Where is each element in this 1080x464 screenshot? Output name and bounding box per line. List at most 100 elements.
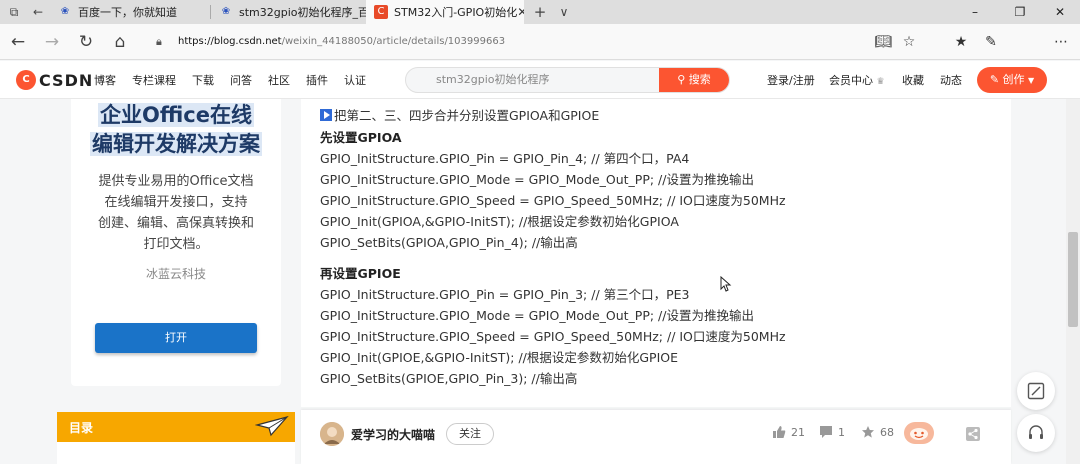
url-host: https://blog.csdn.net — [178, 36, 282, 47]
ad-headline-line: 企业Office在线 — [98, 103, 254, 127]
pen-icon: ✎ — [989, 73, 1000, 86]
comment-icon — [820, 426, 832, 438]
browser-address-bar: ← → ↻ ⌂ 🔒︎ https://blog.csdn.net/weixin_… — [0, 24, 1080, 60]
csdn-c-icon: C — [374, 5, 388, 19]
code-line: GPIO_InitStructure.GPIO_Mode = GPIO_Mode… — [320, 172, 754, 187]
search-icon: ⚲ — [677, 73, 686, 86]
close-tab-icon[interactable]: ✕ — [517, 5, 524, 19]
toc-title: 目录 — [69, 421, 94, 435]
ad-headline: 企业Office在线 编辑开发解决方案 — [71, 101, 281, 159]
ad-description-line: 打印文档。 — [143, 237, 209, 252]
code-line: GPIO_InitStructure.GPIO_Pin = GPIO_Pin_3… — [320, 287, 690, 302]
code-line: GPIO_SetBits(GPIOA,GPIO_Pin_4); //输出高 — [320, 235, 578, 250]
tab-baidu-search[interactable]: ❀ stm32gpio初始化程序_百度 — [211, 0, 366, 24]
more-menu-icon[interactable]: ⋯ — [1050, 30, 1072, 54]
login-register-link[interactable]: 登录/注册 — [767, 72, 815, 88]
favorites-hub-icon[interactable]: ★ — [950, 30, 972, 54]
member-center-label: 会员中心 — [829, 74, 873, 87]
avatar-icon — [320, 422, 344, 446]
tab-baidu[interactable]: ❀ 百度一下，你就知道 — [50, 0, 210, 24]
like-count: 21 — [791, 425, 805, 439]
paper-plane-icon — [255, 415, 289, 437]
csdn-logo[interactable]: C CSDN — [16, 70, 93, 90]
activity-link[interactable]: 动态 — [940, 72, 962, 88]
nav-plugin[interactable]: 插件 — [306, 72, 328, 88]
set-aside-tabs-icon[interactable]: ← — [30, 4, 46, 20]
mouse-cursor-icon — [720, 276, 732, 292]
favorite-button[interactable]: 68 — [861, 425, 894, 439]
new-tab-icon[interactable]: + — [532, 4, 548, 20]
lock-icon: 🔒︎ — [156, 35, 162, 48]
code-line: GPIO_InitStructure.GPIO_Pin = GPIO_Pin_4… — [320, 151, 690, 166]
like-button[interactable]: 21 — [772, 425, 805, 439]
headset-icon — [1029, 425, 1043, 439]
create-label: 创作 — [1002, 73, 1025, 86]
nav-download[interactable]: 下载 — [192, 72, 214, 88]
code-line: GPIO_Init(GPIOE,&GPIO-InitST); //根据设定参数初… — [320, 350, 679, 365]
member-center-link[interactable]: 会员中心 ♛ — [829, 72, 885, 88]
nav-courses[interactable]: 专栏课程 — [132, 72, 176, 88]
customer-service-button[interactable] — [1017, 414, 1055, 452]
pen-notes-icon[interactable]: ✎ — [980, 30, 1002, 54]
search-input[interactable]: stm32gpio初始化程序 — [436, 68, 550, 92]
scrollbar-thumb[interactable] — [1068, 232, 1078, 327]
ad-description-line: 提供专业易用的Office文档 — [98, 174, 254, 189]
article-line-text: 把第二、三、四步合并分别设置GPIOA和GPIOE — [334, 108, 600, 123]
share-icon[interactable] — [966, 427, 980, 441]
home-icon[interactable]: ⌂ — [108, 30, 132, 54]
ad-open-button[interactable]: 打开 — [95, 323, 257, 353]
back-icon[interactable]: ← — [6, 30, 30, 54]
reward-button[interactable] — [904, 422, 934, 444]
code-line: GPIO_InitStructure.GPIO_Speed = GPIO_Spe… — [320, 193, 786, 208]
thumbs-up-icon — [773, 426, 786, 438]
tab-label: 百度一下，你就知道 — [78, 6, 177, 19]
nav-blog[interactable]: 博客 — [94, 72, 116, 88]
nav-community[interactable]: 社区 — [268, 72, 290, 88]
article-toolbar: 爱学习的大喵喵 关注 21 1 68 — [301, 410, 1011, 464]
ad-company: 冰蓝云科技 — [145, 267, 206, 281]
code-line: GPIO_InitStructure.GPIO_Mode = GPIO_Mode… — [320, 308, 754, 323]
article-heading: 先设置GPIOA — [320, 130, 402, 145]
follow-button[interactable]: 关注 — [446, 423, 494, 445]
toc-header: 目录 — [57, 412, 295, 442]
tab-label: stm32gpio初始化程序_百度 — [239, 6, 366, 19]
chevron-down-icon[interactable]: ∨ — [556, 4, 572, 20]
comment-count: 1 — [838, 425, 845, 439]
restore-icon[interactable]: ❐ — [1000, 0, 1040, 24]
reward-face-icon — [910, 428, 928, 440]
write-feedback-button[interactable] — [1017, 372, 1055, 410]
close-window-icon[interactable]: ✕ — [1040, 0, 1080, 24]
table-of-contents: 目录 — [57, 412, 295, 464]
code-line: GPIO_Init(GPIOA,&GPIO-InitST); //根据设定参数初… — [320, 214, 679, 229]
url-path: /weixin_44188050/article/details/1039996… — [281, 36, 506, 47]
tab-label: STM32入门-GPIO初始化 — [394, 6, 518, 19]
edit-icon — [1027, 382, 1045, 400]
nav-qa[interactable]: 问答 — [230, 72, 252, 88]
ad-description-line: 在线编辑开发接口，支持 — [104, 195, 248, 210]
search-button[interactable]: ⚲ 搜索 — [659, 68, 729, 92]
create-button[interactable]: ✎ 创作 ▼ — [977, 67, 1047, 93]
comment-button[interactable]: 1 — [819, 425, 845, 439]
search-box[interactable]: stm32gpio初始化程序 ⚲ 搜索 — [405, 67, 730, 93]
tab-csdn-article[interactable]: C STM32入门-GPIO初始化 ✕ — [366, 0, 524, 24]
ad-card: 企业Office在线 编辑开发解决方案 提供专业易用的Office文档 在线编辑… — [71, 99, 281, 386]
avatar[interactable] — [320, 422, 344, 446]
reading-view-icon[interactable]: 📖︎ — [872, 30, 894, 54]
search-button-label: 搜索 — [688, 73, 711, 86]
forward-icon[interactable]: → — [40, 30, 64, 54]
play-icon — [320, 109, 332, 121]
nav-certification[interactable]: 认证 — [344, 72, 366, 88]
favorites-link[interactable]: 收藏 — [902, 72, 924, 88]
article-line: 把第二、三、四步合并分别设置GPIOA和GPIOE — [320, 105, 599, 124]
star-icon — [862, 426, 874, 438]
favorite-star-icon[interactable]: ☆ — [898, 30, 920, 54]
refresh-icon[interactable]: ↻ — [74, 30, 98, 54]
url-field[interactable]: 🔒︎ https://blog.csdn.net/weixin_44188050… — [150, 28, 860, 56]
article-heading: 再设置GPIOE — [320, 266, 401, 281]
code-line: GPIO_InitStructure.GPIO_Speed = GPIO_Spe… — [320, 329, 786, 344]
author-name[interactable]: 爱学习的大喵喵 — [351, 426, 435, 443]
baidu-paw-icon: ❀ — [60, 6, 70, 17]
tab-actions-icon[interactable]: ⧉ — [6, 4, 22, 20]
minimize-icon[interactable]: – — [955, 0, 995, 24]
favorite-count: 68 — [880, 425, 894, 439]
